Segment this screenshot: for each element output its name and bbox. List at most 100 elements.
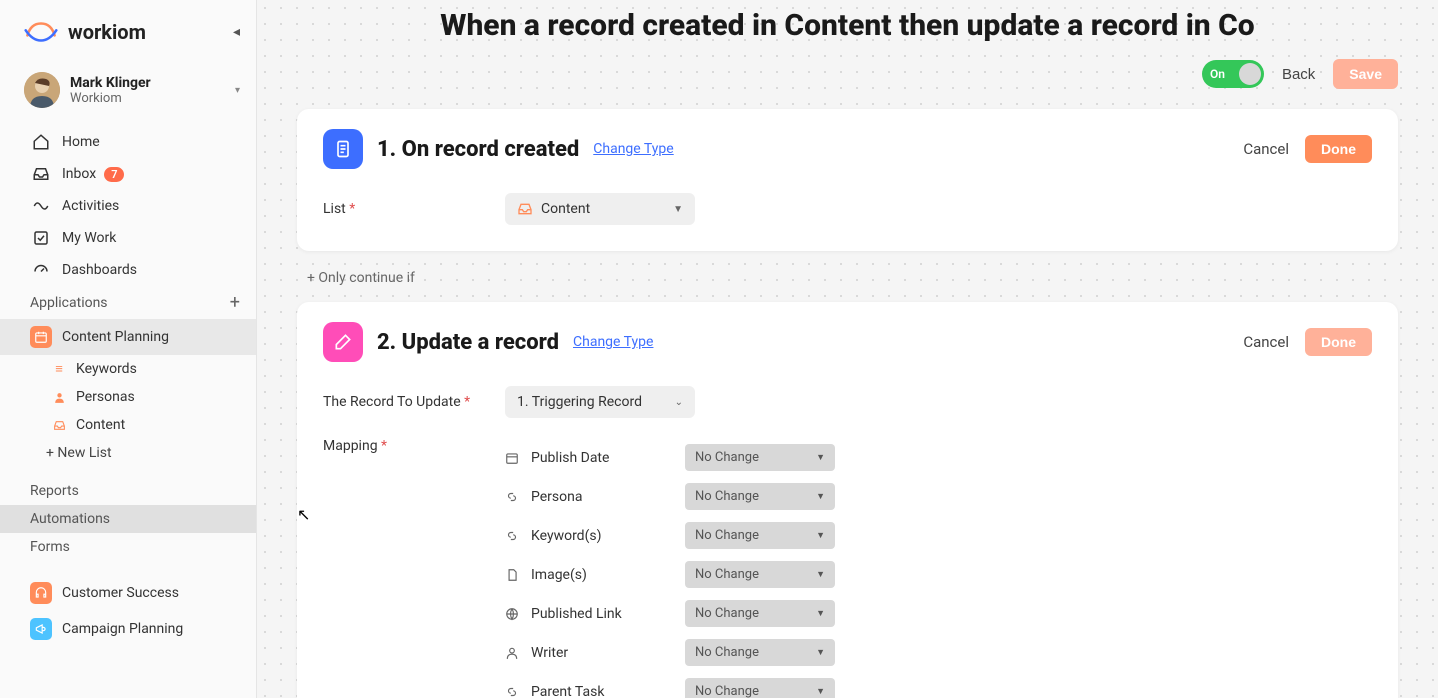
user-menu[interactable]: Mark Klinger Workiom ▾ [0, 64, 256, 116]
globe-icon [505, 607, 523, 621]
step-1-cancel[interactable]: Cancel [1243, 140, 1289, 158]
chevron-down-icon: ▼ [816, 452, 825, 463]
trigger-icon [323, 129, 363, 169]
collapse-sidebar-icon[interactable]: ◂ [233, 24, 240, 40]
lines-icon: ≡ [50, 361, 68, 377]
logo-row: workiom ◂ [0, 0, 256, 64]
activities-icon [30, 197, 52, 215]
map-parent-task-select[interactable]: No Change▼ [685, 678, 835, 698]
chevron-down-icon: ▼ [816, 647, 825, 658]
toggle-label: On [1210, 67, 1225, 81]
step-2-card: 2. Update a record Change Type Cancel Do… [297, 302, 1398, 698]
map-persona-select[interactable]: No Change▼ [685, 483, 835, 510]
link-icon [505, 685, 523, 698]
nav-activities[interactable]: Activities [0, 190, 256, 222]
calendar-icon [30, 326, 52, 348]
app-campaign-planning[interactable]: Campaign Planning [0, 611, 256, 647]
app-content-planning-label: Content Planning [62, 329, 169, 345]
chevron-down-icon: ▾ [235, 85, 240, 96]
step-1-change-type[interactable]: Change Type [593, 141, 673, 157]
record-value: 1. Triggering Record [517, 394, 642, 410]
tray-icon [517, 201, 533, 217]
nav-list: Home Inbox 7 Activities My Work Dashboar… [0, 116, 256, 286]
step-2-title: 2. Update a record [377, 330, 559, 355]
user-info: Mark Klinger Workiom [70, 75, 151, 106]
record-select[interactable]: 1. Triggering Record ⌄ [505, 386, 695, 418]
new-list-button[interactable]: + New List [0, 439, 256, 467]
chevron-down-icon: ▼ [673, 204, 683, 215]
sidebar: workiom ◂ Mark Klinger Workiom ▾ Home In… [0, 0, 257, 698]
section-automations[interactable]: Automations [0, 505, 256, 533]
link-icon [505, 529, 523, 543]
main-content: When a record created in Content then up… [257, 0, 1438, 698]
user-icon [505, 646, 523, 660]
mywork-icon [30, 229, 52, 247]
chevron-down-icon: ▼ [816, 686, 825, 697]
action-icon [323, 322, 363, 362]
workiom-logo-icon [24, 18, 58, 46]
list-select[interactable]: Content ▼ [505, 193, 695, 225]
step-1-card: 1. On record created Change Type Cancel … [297, 109, 1398, 251]
nav-inbox-label: Inbox [62, 166, 96, 182]
file-icon [505, 568, 523, 582]
mapping-parent-task: Parent Task No Change▼ [505, 672, 1372, 698]
nav-inbox[interactable]: Inbox 7 [0, 158, 256, 190]
section-reports[interactable]: Reports [0, 477, 256, 505]
back-button[interactable]: Back [1282, 66, 1315, 83]
chevron-down-icon: ▼ [816, 530, 825, 541]
applications-header: Applications + [0, 286, 256, 319]
add-app-icon[interactable]: + [230, 292, 240, 313]
save-button[interactable]: Save [1333, 59, 1398, 89]
record-label: The Record To Update * [323, 394, 505, 410]
connector: + Only continue if [297, 251, 1398, 302]
nav-mywork[interactable]: My Work [0, 222, 256, 254]
map-images-select[interactable]: No Change▼ [685, 561, 835, 588]
step-2-change-type[interactable]: Change Type [573, 334, 653, 350]
step-2-done[interactable]: Done [1305, 328, 1372, 356]
map-published-link-select[interactable]: No Change▼ [685, 600, 835, 627]
top-actions: On Back Save [297, 55, 1398, 109]
home-icon [30, 133, 52, 151]
calendar-icon [505, 451, 523, 465]
nav-mywork-label: My Work [62, 230, 116, 246]
step-2-cancel[interactable]: Cancel [1243, 333, 1289, 351]
dashboards-icon [30, 261, 52, 279]
nav-dashboards-label: Dashboards [62, 262, 137, 278]
person-icon [50, 391, 68, 404]
automation-toggle[interactable]: On [1202, 60, 1264, 88]
list-content[interactable]: Content [0, 411, 256, 439]
megaphone-icon [30, 618, 52, 640]
user-name: Mark Klinger [70, 75, 151, 91]
mapping-keywords: Keyword(s) No Change▼ [505, 516, 1372, 555]
mapping-writer: Writer No Change▼ [505, 633, 1372, 672]
list-personas[interactable]: Personas [0, 383, 256, 411]
link-icon [505, 490, 523, 504]
inbox-badge: 7 [104, 167, 124, 182]
step-1-title: 1. On record created [377, 137, 579, 162]
mapping-persona: Persona No Change▼ [505, 477, 1372, 516]
nav-dashboards[interactable]: Dashboards [0, 254, 256, 286]
mapping-publish-date: Publish Date No Change▼ [505, 438, 1372, 477]
list-label: List * [323, 201, 505, 217]
map-keywords-select[interactable]: No Change▼ [685, 522, 835, 549]
chevron-down-icon: ⌄ [675, 397, 683, 408]
map-publish-date-select[interactable]: No Change▼ [685, 444, 835, 471]
mapping-images: Image(s) No Change▼ [505, 555, 1372, 594]
headset-icon [30, 582, 52, 604]
step-1-done[interactable]: Done [1305, 135, 1372, 163]
list-value: Content [541, 201, 590, 217]
only-continue-if[interactable]: + Only continue if [307, 270, 415, 286]
nav-home[interactable]: Home [0, 126, 256, 158]
page-title: When a record created in Content then up… [297, 0, 1398, 55]
app-customer-success[interactable]: Customer Success [0, 575, 256, 611]
section-forms[interactable]: Forms [0, 533, 256, 561]
list-keywords[interactable]: ≡ Keywords [0, 355, 256, 383]
map-writer-select[interactable]: No Change▼ [685, 639, 835, 666]
tray-icon [50, 419, 68, 432]
chevron-down-icon: ▼ [816, 569, 825, 580]
brand-name: workiom [68, 20, 146, 44]
mapping-label: Mapping * [323, 438, 505, 454]
nav-home-label: Home [62, 134, 100, 150]
mapping-published-link: Published Link No Change▼ [505, 594, 1372, 633]
app-content-planning[interactable]: Content Planning [0, 319, 256, 355]
